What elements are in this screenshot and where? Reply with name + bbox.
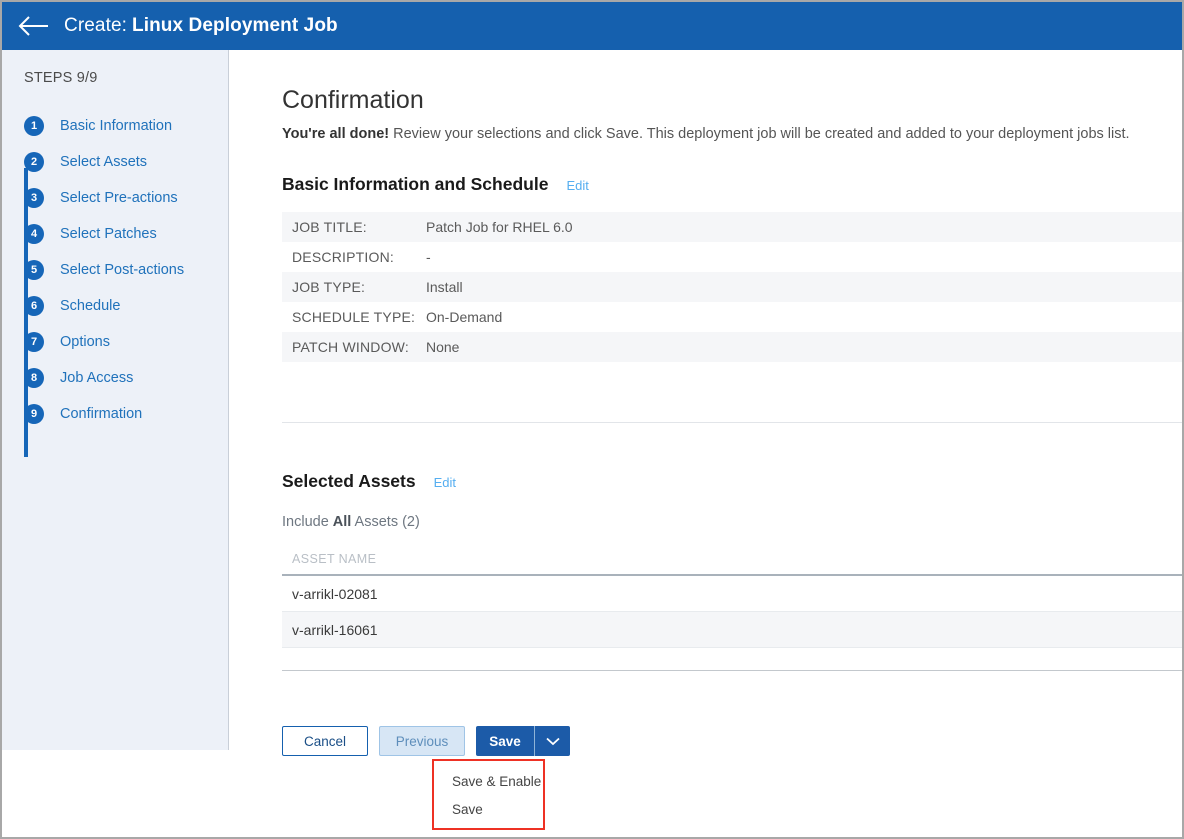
row-key: SCHEDULE TYPE: [292, 309, 426, 325]
section-title: Basic Information and Schedule [282, 174, 548, 195]
selected-assets-section-header: Selected Assets Edit [282, 471, 456, 492]
table-row: SCHEDULE TYPE: On-Demand [282, 302, 1182, 332]
section-divider [282, 422, 1182, 423]
table-row: JOB TYPE: Install [282, 272, 1182, 302]
table-row: v-arrikl-16061 [282, 612, 1182, 648]
step-number-1: 1 [24, 116, 44, 136]
menu-item-save-and-enable[interactable]: Save & Enable [434, 767, 543, 795]
step-number-8: 8 [24, 368, 44, 388]
row-value: Install [426, 279, 463, 295]
back-arrow-icon[interactable] [16, 14, 50, 38]
steps-count-label: STEPS 9/9 [24, 70, 98, 86]
wizard-button-bar: Cancel Previous Save [282, 726, 570, 756]
sidebar-item-options[interactable]: 7 Options [2, 324, 229, 360]
app-header: Create:Linux Deployment Job [2, 2, 1182, 50]
sidebar-item-label: Select Patches [60, 226, 157, 242]
page-title: Confirmation [282, 86, 424, 115]
basic-information-section-header: Basic Information and Schedule Edit [282, 174, 589, 195]
table-row: JOB TITLE: Patch Job for RHEL 6.0 [282, 212, 1182, 242]
cancel-button[interactable]: Cancel [282, 726, 368, 756]
intro-text: You're all done! Review your selections … [282, 126, 1130, 142]
row-value: On-Demand [426, 309, 502, 325]
page-title-header: Create:Linux Deployment Job [64, 15, 338, 37]
sidebar-item-basic-information[interactable]: 1 Basic Information [2, 108, 229, 144]
sidebar-item-confirmation[interactable]: 9 Confirmation [2, 396, 229, 432]
basic-information-table: JOB TITLE: Patch Job for RHEL 6.0 DESCRI… [282, 212, 1182, 362]
row-key: JOB TYPE: [292, 279, 426, 295]
steps-list: 1 Basic Information 2 Select Assets 3 Se… [2, 108, 229, 432]
asset-name: v-arrikl-02081 [292, 586, 378, 602]
chevron-down-icon [546, 737, 560, 746]
main-content: Confirmation You're all done! Review you… [230, 50, 1182, 837]
assets-table-header: ASSET NAME [282, 544, 1182, 576]
sidebar-item-label: Schedule [60, 298, 120, 314]
assets-table: ASSET NAME v-arrikl-02081 v-arrikl-16061 [282, 544, 1182, 648]
column-header-asset-name: ASSET NAME [292, 552, 376, 566]
sidebar-item-label: Options [60, 334, 110, 350]
sidebar-item-select-pre-actions[interactable]: 3 Select Pre-actions [2, 180, 229, 216]
intro-rest: Review your selections and click Save. T… [389, 126, 1129, 142]
step-number-9: 9 [24, 404, 44, 424]
row-value: - [426, 249, 431, 265]
include-assets-summary: Include All Assets (2) [282, 514, 420, 530]
header-prefix: Create: [64, 15, 127, 36]
sidebar-item-label: Select Pre-actions [60, 190, 178, 206]
save-dropdown-toggle[interactable] [534, 726, 570, 756]
table-row: v-arrikl-02081 [282, 576, 1182, 612]
table-row: PATCH WINDOW: None [282, 332, 1182, 362]
row-value: Patch Job for RHEL 6.0 [426, 219, 573, 235]
include-scope: All [333, 514, 352, 530]
header-job-name: Linux Deployment Job [132, 15, 338, 36]
step-number-7: 7 [24, 332, 44, 352]
row-value: None [426, 339, 459, 355]
step-number-5: 5 [24, 260, 44, 280]
sidebar-item-job-access[interactable]: 8 Job Access [2, 360, 229, 396]
asset-name: v-arrikl-16061 [292, 622, 378, 638]
include-suffix: Assets (2) [351, 514, 420, 530]
footer-divider [282, 670, 1182, 671]
sidebar-item-label: Select Assets [60, 154, 147, 170]
save-button[interactable]: Save [476, 726, 534, 756]
menu-item-save[interactable]: Save [434, 795, 543, 823]
step-number-6: 6 [24, 296, 44, 316]
sidebar-item-select-post-actions[interactable]: 5 Select Post-actions [2, 252, 229, 288]
create-deployment-job-page: Create:Linux Deployment Job STEPS 9/9 1 … [0, 0, 1184, 839]
step-number-4: 4 [24, 224, 44, 244]
edit-selected-assets-link[interactable]: Edit [434, 475, 456, 490]
save-dropdown-menu: Save & Enable Save [434, 761, 543, 828]
section-title: Selected Assets [282, 471, 416, 492]
sidebar-item-label: Confirmation [60, 406, 142, 422]
row-key: JOB TITLE: [292, 219, 426, 235]
step-number-3: 3 [24, 188, 44, 208]
save-split-button: Save [476, 726, 570, 756]
sidebar-item-label: Basic Information [60, 118, 172, 134]
steps-sidebar: STEPS 9/9 1 Basic Information 2 Select A… [2, 50, 229, 750]
previous-button[interactable]: Previous [379, 726, 465, 756]
sidebar-item-schedule[interactable]: 6 Schedule [2, 288, 229, 324]
sidebar-item-label: Job Access [60, 370, 133, 386]
include-prefix: Include [282, 514, 333, 530]
step-number-2: 2 [24, 152, 44, 172]
edit-basic-information-link[interactable]: Edit [566, 178, 588, 193]
sidebar-item-label: Select Post-actions [60, 262, 184, 278]
table-row: DESCRIPTION: - [282, 242, 1182, 272]
row-key: DESCRIPTION: [292, 249, 426, 265]
row-key: PATCH WINDOW: [292, 339, 426, 355]
sidebar-item-select-patches[interactable]: 4 Select Patches [2, 216, 229, 252]
sidebar-item-select-assets[interactable]: 2 Select Assets [2, 144, 229, 180]
intro-bold: You're all done! [282, 126, 389, 142]
